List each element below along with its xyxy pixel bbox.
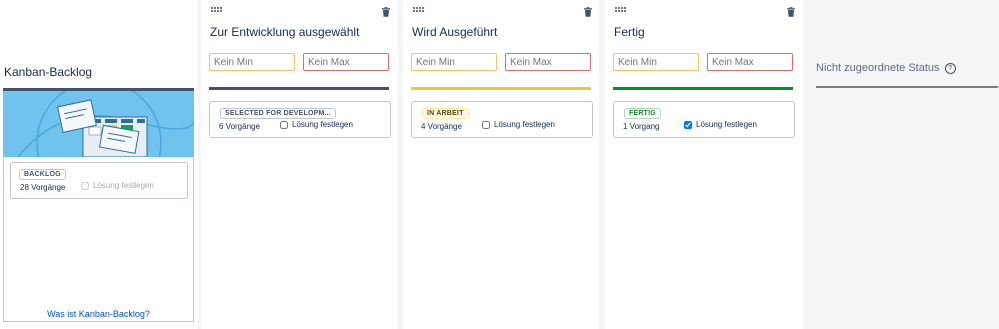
column-status-bar — [209, 87, 389, 90]
status-lozenge: SELECTED FOR DEVELOPM... — [220, 108, 336, 119]
issue-count: 4 Vorgänge — [421, 122, 462, 131]
column-title: Zur Entwicklung ausgewählt — [210, 25, 360, 39]
backlog-status-card[interactable]: BACKLOG 28 Vorgänge Lösung festlegen — [10, 162, 188, 199]
trash-icon[interactable] — [381, 7, 391, 17]
max-limit-input[interactable] — [303, 53, 389, 71]
status-lozenge: FERTIG — [624, 108, 661, 119]
resolution-checkbox[interactable] — [684, 120, 692, 129]
backlog-help-link[interactable]: Was ist Kanban-Backlog? — [3, 309, 194, 319]
resolution-checkbox[interactable] — [482, 120, 490, 129]
backlog-panel: Kanban-Backlog BACKLOG 28 Vorgänge Lösun… — [0, 0, 198, 329]
resolution-label: Lösung festlegen — [93, 181, 154, 190]
unmapped-status-title: Nicht zugeordnete Status ? — [816, 62, 956, 74]
resolution-checkbox[interactable] — [280, 120, 288, 129]
column-title: Wird Ausgeführt — [412, 25, 498, 39]
drag-handle-icon[interactable] — [615, 7, 626, 13]
resolution-toggle: Lösung festlegen — [81, 181, 154, 190]
status-lozenge: IN ARBEIT — [422, 108, 469, 119]
resolution-label: Lösung festlegen — [494, 120, 555, 129]
column-status-bar — [613, 87, 793, 90]
status-lozenge: BACKLOG — [19, 169, 66, 180]
trash-icon[interactable] — [583, 7, 593, 17]
status-card[interactable]: FERTIG 1 Vorgang Lösung festlegen — [613, 101, 795, 138]
status-card[interactable]: SELECTED FOR DEVELOPM... 6 Vorgänge Lösu… — [209, 101, 391, 138]
resolution-toggle[interactable]: Lösung festlegen — [482, 120, 555, 129]
column-selected-for-development: Zur Entwicklung ausgewählt SELECTED FOR … — [201, 0, 398, 329]
drag-handle-icon[interactable] — [211, 7, 222, 13]
backlog-illustration — [3, 91, 194, 157]
resolution-toggle[interactable]: Lösung festlegen — [684, 120, 757, 129]
min-limit-input[interactable] — [613, 53, 699, 71]
trash-icon[interactable] — [786, 7, 796, 17]
column-in-progress: Wird Ausgeführt IN ARBEIT 4 Vorgänge Lös… — [403, 0, 599, 329]
board-illustration-icon — [17, 91, 194, 157]
min-limit-input[interactable] — [209, 53, 295, 71]
backlog-title: Kanban-Backlog — [4, 65, 93, 79]
status-card[interactable]: IN ARBEIT 4 Vorgänge Lösung festlegen — [411, 101, 593, 138]
column-done: Fertig FERTIG 1 Vorgang Lösung festlegen — [605, 0, 803, 329]
max-limit-input[interactable] — [505, 53, 591, 71]
drag-handle-icon[interactable] — [413, 7, 424, 13]
resolution-toggle[interactable]: Lösung festlegen — [280, 120, 353, 129]
unmapped-status-label: Nicht zugeordnete Status — [816, 62, 940, 74]
unmapped-status-bar — [816, 86, 998, 88]
resolution-label: Lösung festlegen — [696, 120, 757, 129]
resolution-label: Lösung festlegen — [292, 120, 353, 129]
column-status-bar — [411, 87, 591, 90]
column-title: Fertig — [614, 25, 645, 39]
resolution-checkbox — [81, 181, 89, 190]
min-limit-input[interactable] — [411, 53, 497, 71]
max-limit-input[interactable] — [707, 53, 793, 71]
issue-count: 6 Vorgänge — [219, 122, 260, 131]
question-circle-icon[interactable]: ? — [944, 63, 956, 74]
issue-count: 28 Vorgänge — [20, 183, 66, 192]
issue-count: 1 Vorgang — [623, 122, 660, 131]
